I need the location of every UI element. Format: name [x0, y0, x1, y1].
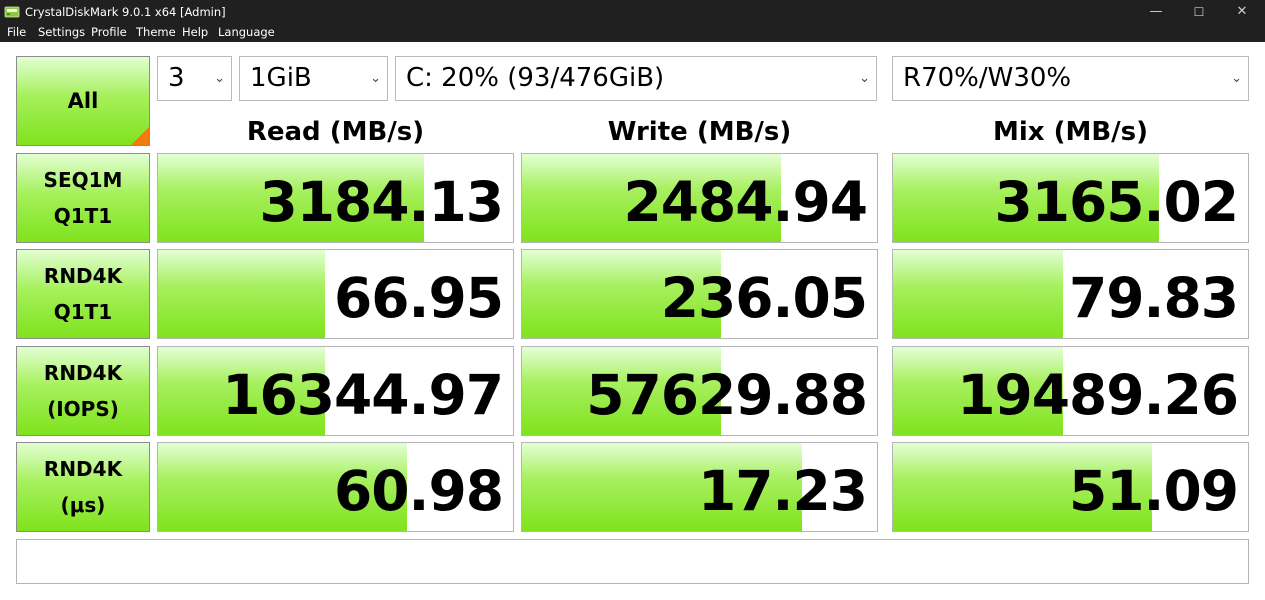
result-bar — [158, 250, 325, 338]
result-cell-seq1m-write: 2484.94 — [521, 153, 878, 243]
title-bar: CrystalDiskMark 9.0.1 x64 [Admin] — ☐ ✕ — [0, 0, 1265, 24]
test-label-line1: RND4K — [43, 457, 123, 481]
result-cell-rnd4k-latency-write: 17.23 — [521, 442, 878, 532]
result-value: 66.95 — [334, 266, 504, 330]
main-panel: All 3 ⌄ 1GiB ⌄ C: 20% (93/476GiB) ⌄ R70%… — [0, 42, 1265, 600]
result-cell-seq1m-read: 3184.13 — [157, 153, 514, 243]
result-value: 16344.97 — [222, 363, 504, 427]
test-count-value: 3 — [168, 63, 185, 93]
test-button-seq1m-q1t1[interactable]: SEQ1M Q1T1 — [16, 153, 150, 243]
test-size-value: 1GiB — [250, 63, 312, 93]
read-column-header: Read (MB/s) — [246, 117, 425, 147]
run-all-button[interactable]: All — [16, 56, 150, 146]
test-button-rnd4k-iops[interactable]: RND4K (IOPS) — [16, 346, 150, 436]
test-label-line2: (IOPS) — [47, 397, 119, 421]
test-label-line2: Q1T1 — [53, 300, 113, 324]
chevron-down-icon: ⌄ — [370, 71, 381, 86]
result-value: 51.09 — [1069, 459, 1239, 523]
drive-select[interactable]: C: 20% (93/476GiB) ⌄ — [395, 56, 877, 101]
window-title: CrystalDiskMark 9.0.1 x64 [Admin] — [25, 5, 226, 19]
result-value: 60.98 — [334, 459, 504, 523]
result-cell-rnd4k-q1t1-mix: 79.83 — [892, 249, 1249, 339]
test-label-line2: (μs) — [60, 493, 106, 517]
mix-ratio-value: R70%/W30% — [903, 63, 1072, 93]
minimize-button[interactable]: — — [1133, 0, 1179, 24]
close-button[interactable]: ✕ — [1219, 0, 1265, 24]
menu-theme[interactable]: Theme — [136, 25, 176, 39]
result-value: 79.83 — [1069, 266, 1239, 330]
result-value: 2484.94 — [623, 170, 868, 234]
menu-help[interactable]: Help — [182, 25, 208, 39]
result-cell-rnd4k-iops-mix: 19489.26 — [892, 346, 1249, 436]
result-cell-rnd4k-q1t1-write: 236.05 — [521, 249, 878, 339]
menu-profile[interactable]: Profile — [91, 25, 127, 39]
test-size-select[interactable]: 1GiB ⌄ — [239, 56, 388, 101]
result-value: 19489.26 — [957, 363, 1239, 427]
result-bar — [893, 250, 1064, 338]
test-label-line1: RND4K — [43, 264, 123, 288]
result-cell-rnd4k-q1t1-read: 66.95 — [157, 249, 514, 339]
test-button-rnd4k-latency[interactable]: RND4K (μs) — [16, 442, 150, 532]
result-value: 3184.13 — [259, 170, 504, 234]
test-label-line1: RND4K — [43, 361, 123, 385]
run-all-label: All — [67, 89, 99, 113]
comment-field[interactable] — [16, 539, 1249, 584]
result-cell-rnd4k-iops-read: 16344.97 — [157, 346, 514, 436]
menu-bar: File Settings Profile Theme Help Languag… — [0, 24, 1265, 42]
corner-indicator-icon — [131, 127, 149, 145]
result-cell-rnd4k-latency-mix: 51.09 — [892, 442, 1249, 532]
mix-ratio-select[interactable]: R70%/W30% ⌄ — [892, 56, 1249, 101]
result-value: 236.05 — [660, 266, 868, 330]
mix-column-header: Mix (MB/s) — [992, 117, 1149, 147]
menu-language[interactable]: Language — [218, 25, 275, 39]
result-value: 57629.88 — [586, 363, 868, 427]
maximize-button[interactable]: ☐ — [1176, 0, 1222, 24]
menu-file[interactable]: File — [7, 25, 26, 39]
result-value: 3165.02 — [994, 170, 1239, 234]
test-count-select[interactable]: 3 ⌄ — [157, 56, 232, 101]
crystaldiskmark-disk-icon — [4, 6, 20, 18]
result-value: 17.23 — [698, 459, 868, 523]
drive-value: C: 20% (93/476GiB) — [406, 63, 665, 93]
chevron-down-icon: ⌄ — [859, 71, 870, 86]
result-cell-rnd4k-iops-write: 57629.88 — [521, 346, 878, 436]
test-label-line2: Q1T1 — [53, 204, 113, 228]
chevron-down-icon: ⌄ — [1231, 71, 1242, 86]
test-label-line1: SEQ1M — [43, 168, 123, 192]
chevron-down-icon: ⌄ — [214, 71, 225, 86]
menu-settings[interactable]: Settings — [38, 25, 85, 39]
result-cell-rnd4k-latency-read: 60.98 — [157, 442, 514, 532]
write-column-header: Write (MB/s) — [607, 117, 792, 147]
test-button-rnd4k-q1t1[interactable]: RND4K Q1T1 — [16, 249, 150, 339]
result-cell-seq1m-mix: 3165.02 — [892, 153, 1249, 243]
